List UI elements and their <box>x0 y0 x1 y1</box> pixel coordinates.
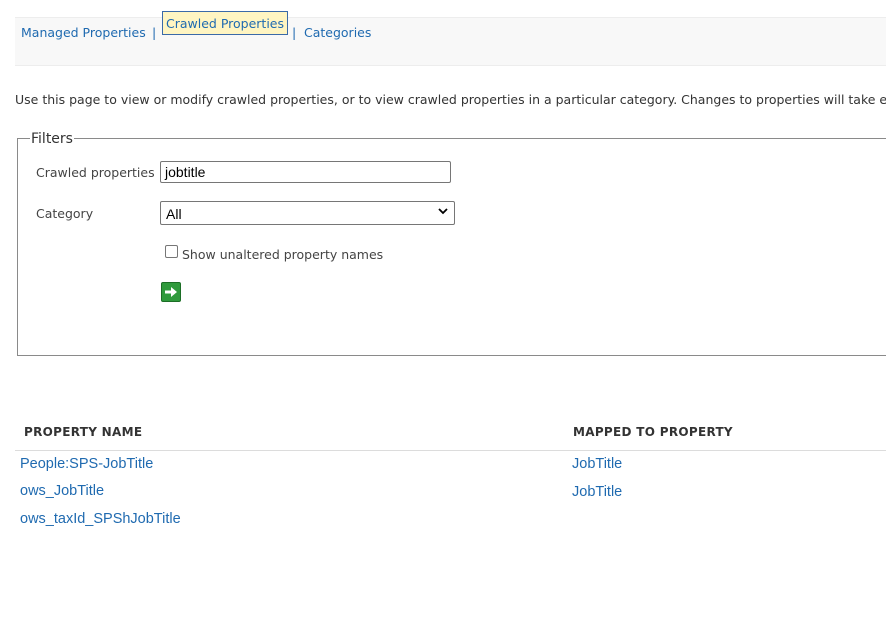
category-selected-value: All <box>166 206 182 222</box>
filters-legend: Filters <box>30 131 74 147</box>
tab-separator: | <box>152 25 157 40</box>
crawled-properties-input[interactable]: jobtitle <box>160 161 451 183</box>
property-name-link[interactable]: ows_taxId_SPShJobTitle <box>20 511 181 527</box>
mapped-property-link[interactable]: JobTitle <box>572 484 622 500</box>
tab-managed-properties[interactable]: Managed Properties <box>21 25 146 40</box>
property-name-link[interactable]: ows_JobTitle <box>20 483 104 499</box>
mapped-property-link[interactable]: JobTitle <box>572 456 622 472</box>
property-name-link[interactable]: People:SPS-JobTitle <box>20 456 153 472</box>
go-button[interactable] <box>161 282 181 302</box>
tab-separator: | <box>292 25 297 40</box>
table-header-divider <box>15 450 886 451</box>
column-header-mapped-to-property: MAPPED TO PROPERTY <box>573 425 733 439</box>
crawled-properties-label: Crawled properties <box>36 165 155 180</box>
show-unaltered-checkbox[interactable] <box>165 245 178 258</box>
tab-crawled-properties[interactable]: Crawled Properties <box>162 11 288 35</box>
show-unaltered-label: Show unaltered property names <box>182 247 384 262</box>
tab-categories[interactable]: Categories <box>304 25 371 40</box>
go-arrow-icon <box>165 287 177 297</box>
page-description: Use this page to view or modify crawled … <box>15 92 886 107</box>
column-header-property-name: PROPERTY NAME <box>24 425 143 439</box>
category-select[interactable]: All <box>160 201 455 225</box>
category-label: Category <box>36 206 94 221</box>
chevron-down-icon <box>438 208 448 215</box>
